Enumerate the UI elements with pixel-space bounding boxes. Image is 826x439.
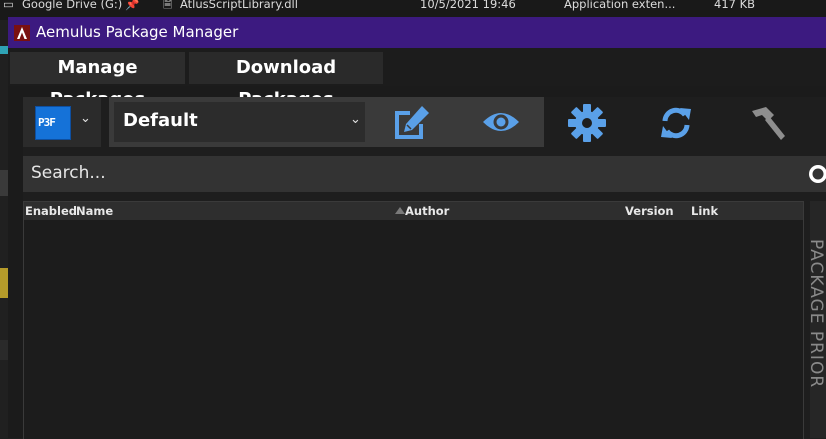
column-header-link[interactable]: Link	[691, 204, 718, 218]
window-title: Aemulus Package Manager	[36, 23, 239, 41]
drive-item-label: Google Drive (G:)	[22, 0, 123, 11]
refresh-button[interactable]	[658, 105, 694, 141]
tab-download-packages[interactable]: Download Packages	[189, 52, 383, 110]
grid-header: Enabled Name Author Version Link	[24, 202, 803, 220]
column-header-enabled[interactable]: Enabled	[25, 204, 77, 218]
chevron-down-icon: ⌄	[80, 111, 91, 126]
search-icon[interactable]	[807, 163, 826, 185]
drive-icon: ▭	[3, 0, 14, 11]
main-tabs: Manage Packages Download Packages	[8, 48, 826, 110]
refresh-icon	[662, 107, 690, 139]
hammer-icon	[752, 107, 785, 140]
manage-packages-panel: P3F ⌄ Default ⌄ Search... Enabled Name A…	[23, 97, 826, 439]
package-grid[interactable]: Enabled Name Author Version Link	[23, 201, 804, 439]
file-type: Application exten...	[564, 0, 676, 11]
view-button[interactable]	[481, 107, 521, 137]
loadout-value: Default	[123, 110, 198, 131]
title-bar[interactable]: Aemulus Package Manager	[8, 17, 826, 48]
tab-manage-packages[interactable]: Manage Packages	[10, 52, 185, 110]
pin-icon: 📌	[125, 0, 140, 11]
search-bar[interactable]: Search...	[23, 156, 826, 192]
package-priority-panel[interactable]: PACKAGE PRIOR	[806, 201, 826, 438]
file-date: 10/5/2021 19:46	[420, 0, 516, 11]
game-icon: P3F	[35, 106, 71, 140]
settings-button[interactable]	[568, 104, 606, 142]
app-window: Aemulus Package Manager Manage Packages …	[8, 17, 826, 439]
app-logo-icon	[14, 25, 30, 41]
build-button[interactable]	[748, 105, 786, 141]
file-size: 417 KB	[714, 0, 756, 11]
file-name: AtlusScriptLibrary.dll	[180, 0, 298, 11]
file-icon: 🗎	[163, 0, 173, 11]
edit-loadout-button[interactable]	[392, 105, 430, 139]
column-header-version[interactable]: Version	[625, 204, 674, 218]
loadout-dropdown[interactable]: Default ⌄	[114, 102, 365, 142]
column-header-author[interactable]: Author	[405, 204, 449, 218]
search-input[interactable]: Search...	[31, 163, 106, 183]
package-priority-label: PACKAGE PRIOR	[806, 239, 826, 389]
sort-ascending-icon	[395, 207, 405, 214]
column-header-name[interactable]: Name	[76, 204, 113, 218]
background-window-edge	[0, 20, 8, 438]
game-selector[interactable]: P3F ⌄	[23, 97, 101, 147]
loadout-toolbar: Default ⌄	[109, 97, 544, 147]
chevron-down-icon: ⌄	[350, 112, 361, 127]
